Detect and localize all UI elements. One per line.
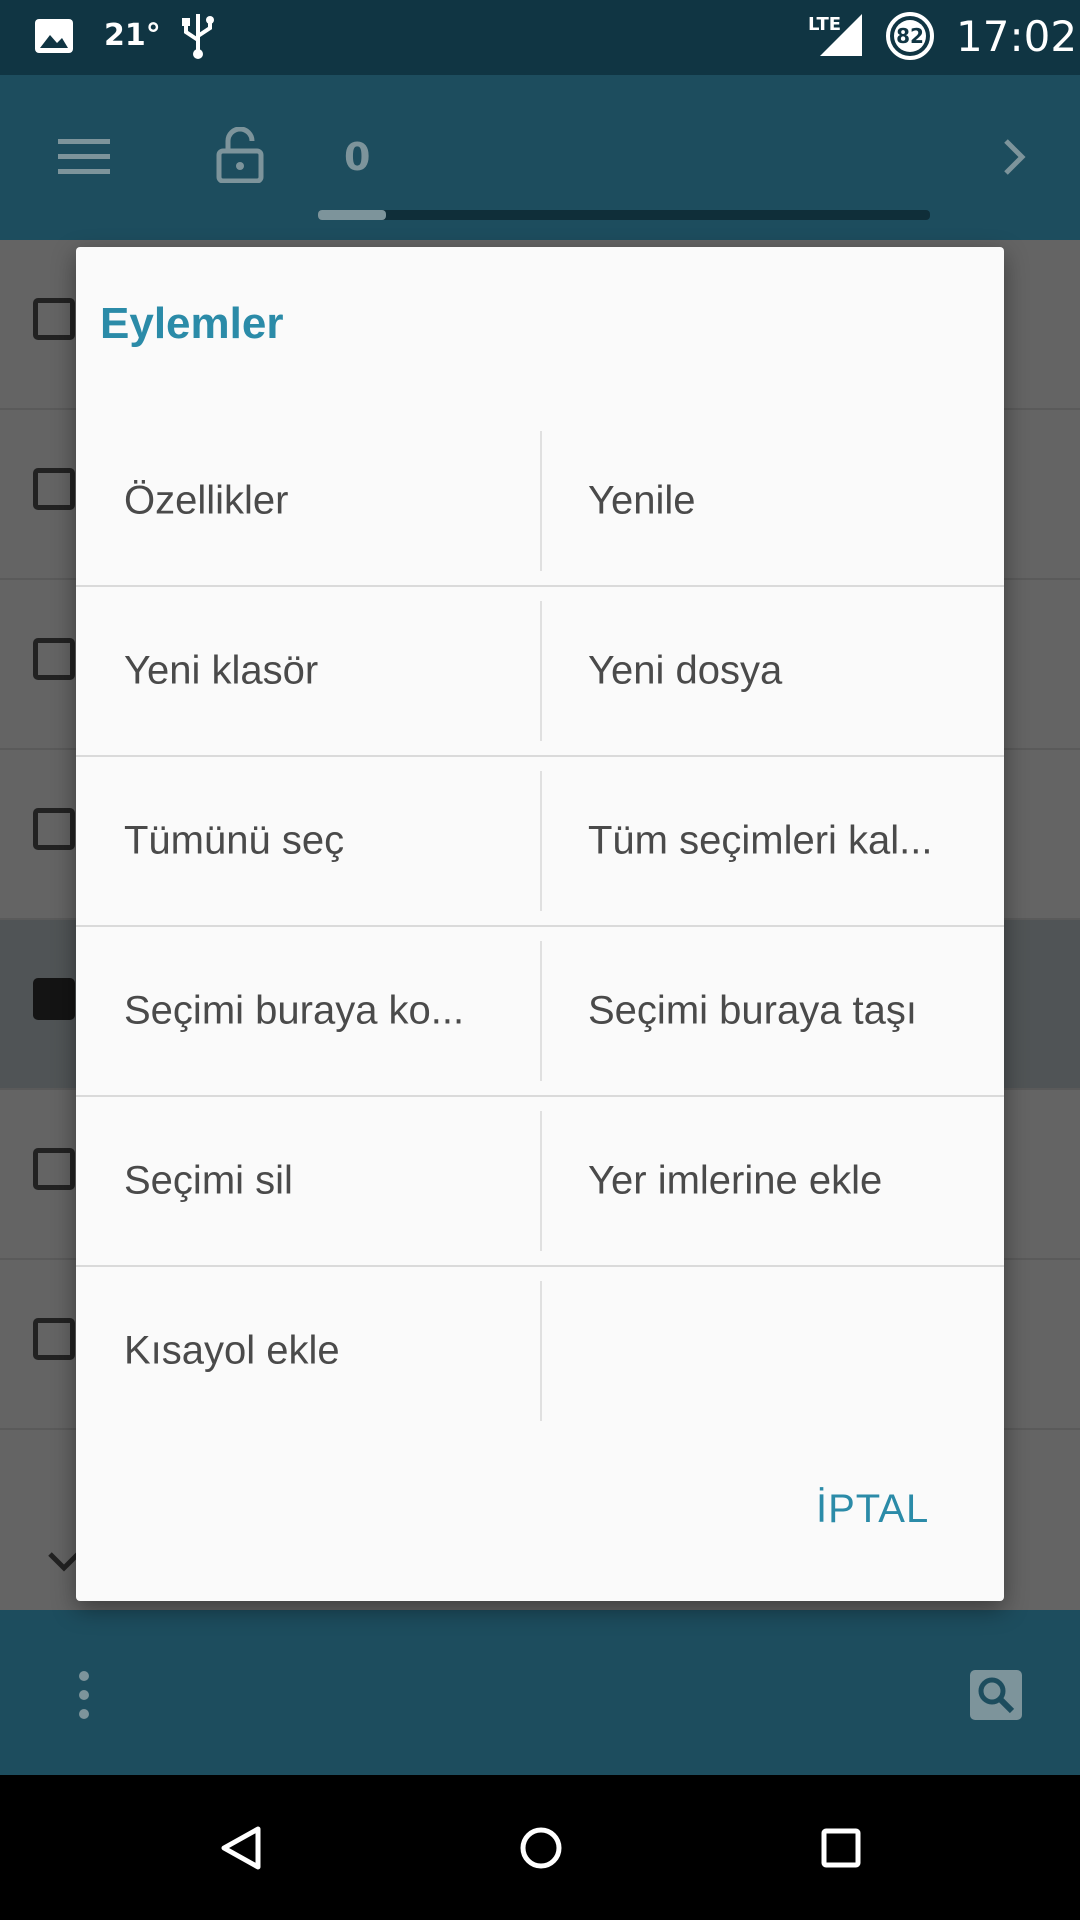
action-label: Seçimi buraya taşı — [588, 988, 918, 1033]
action-label: Tümünü seç — [124, 818, 345, 863]
battery-level: 82 — [896, 24, 924, 48]
action-clear-selection[interactable]: Tüm seçimleri kal... — [540, 757, 1004, 925]
temperature-label: 21° — [104, 18, 161, 53]
lock-icon[interactable] — [216, 127, 264, 183]
usb-icon — [182, 14, 214, 59]
action-new-file[interactable]: Yeni dosya — [540, 587, 1004, 755]
tab-progress-indicator — [318, 210, 386, 220]
clock: 17:02 — [956, 12, 1078, 61]
divider — [540, 771, 542, 911]
status-bar: 21° LTE 82 17:02 — [0, 0, 1080, 75]
cancel-button[interactable]: İPTAL — [816, 1487, 929, 1532]
action-select-all[interactable]: Tümünü seç — [76, 757, 540, 925]
action-label: Kısayol ekle — [124, 1328, 340, 1373]
action-empty-cell — [540, 1267, 1004, 1435]
menu-icon[interactable] — [58, 137, 110, 177]
app-toolbar — [0, 75, 1080, 240]
action-label: Yeni klasör — [124, 648, 319, 693]
image-icon — [35, 19, 73, 53]
action-copy-selection-here[interactable]: Seçimi buraya ko... — [76, 927, 540, 1095]
action-label: Seçimi buraya ko... — [124, 988, 465, 1033]
action-delete-selection[interactable]: Seçimi sil — [76, 1097, 540, 1265]
divider — [540, 1281, 542, 1421]
divider — [540, 601, 542, 741]
chevron-right-icon[interactable] — [1000, 137, 1030, 177]
action-properties[interactable]: Özellikler — [76, 417, 540, 585]
search-icon[interactable] — [970, 1670, 1022, 1720]
tab-count[interactable]: 0 — [344, 135, 370, 179]
action-label: Yer imlerine ekle — [588, 1158, 883, 1203]
action-move-selection-here[interactable]: Seçimi buraya taşı — [540, 927, 1004, 1095]
action-label: Özellikler — [124, 478, 289, 523]
action-add-bookmark[interactable]: Yer imlerine ekle — [540, 1097, 1004, 1265]
navigation-bar — [0, 1775, 1080, 1920]
divider — [540, 1111, 542, 1251]
actions-dialog: Eylemler Özellikler Yenile Yeni klasör Y… — [76, 247, 1004, 1601]
bottom-app-bar — [0, 1610, 1080, 1775]
action-add-shortcut[interactable]: Kısayol ekle — [76, 1267, 540, 1435]
action-label: Yeni dosya — [588, 648, 783, 693]
action-refresh[interactable]: Yenile — [540, 417, 1004, 585]
tab-progress-track — [318, 210, 930, 220]
signal-icon — [820, 14, 862, 56]
dialog-title: Eylemler — [100, 299, 284, 348]
more-vert-icon[interactable] — [76, 1670, 92, 1720]
divider — [540, 431, 542, 571]
action-label: Yenile — [588, 478, 696, 523]
divider — [540, 941, 542, 1081]
action-label: Tüm seçimleri kal... — [588, 818, 933, 863]
recents-icon[interactable] — [820, 1827, 862, 1869]
back-icon[interactable] — [218, 1825, 262, 1871]
action-new-folder[interactable]: Yeni klasör — [76, 587, 540, 755]
home-icon[interactable] — [518, 1825, 564, 1871]
action-label: Seçimi sil — [124, 1158, 293, 1203]
